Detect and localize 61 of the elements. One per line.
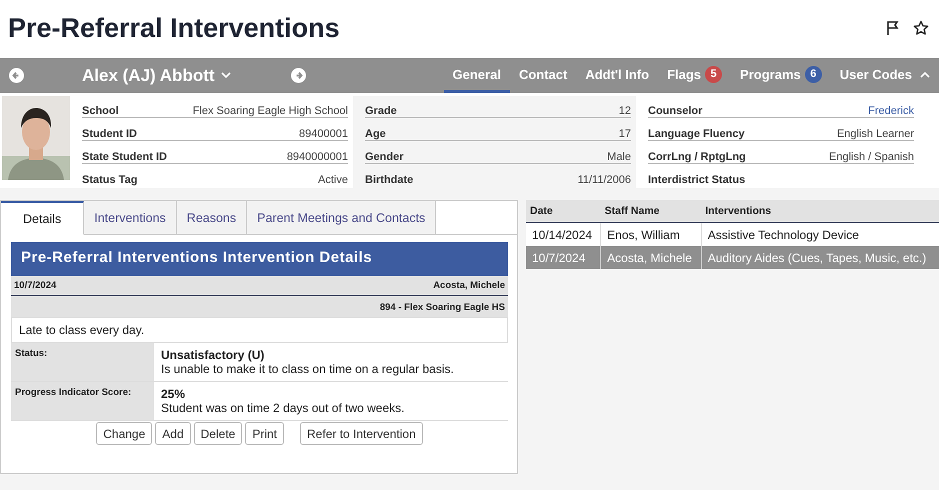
field-label: School (82, 105, 119, 117)
page-title: Pre-Referral Interventions (8, 12, 340, 44)
table-cell: 10/7/2024 (526, 246, 601, 269)
section-header: Pre-Referral Interventions Intervention Details (11, 242, 508, 276)
tab[interactable]: Reasons (176, 201, 248, 235)
field-value: 12 (618, 105, 631, 117)
action-button[interactable]: Add (155, 422, 191, 445)
column-header: Date (526, 200, 601, 222)
field-label: Student ID (82, 128, 137, 140)
field-note: Student was on time 2 days out of two weeks. (161, 401, 404, 415)
action-button[interactable]: Delete (194, 422, 242, 445)
staff-name: Acosta, Michele (433, 280, 505, 291)
count-badge: 6 (804, 66, 822, 82)
field-label: Gender (365, 151, 404, 163)
table-cell: Enos, William (600, 222, 702, 246)
field-value: 25% (161, 387, 186, 401)
field-value: Unsatisfactory (U) (161, 348, 266, 362)
intervention-date: 10/7/2024 (14, 280, 56, 291)
field-label: Age (365, 128, 386, 140)
field-label: Progress Indicator Score: (11, 382, 154, 420)
column-header: Interventions (701, 200, 939, 222)
field-value: 8940000001 (286, 151, 348, 163)
field-label: State Student ID (82, 151, 167, 163)
field-value: English Learner (836, 128, 914, 140)
action-button[interactable]: Refer to Intervention (300, 422, 423, 445)
field-label: Grade (365, 105, 397, 117)
description: Late to class every day. (11, 317, 508, 343)
field-value: 11/11/2006 (578, 174, 631, 186)
star-icon[interactable] (913, 20, 929, 36)
field-value: 89400001 (299, 128, 348, 140)
field-label: CorrLng / RptgLng (648, 151, 746, 163)
field-value: Flex Soaring Eagle High School (192, 105, 348, 117)
column-header: Staff Name (600, 200, 702, 222)
table-cell: 10/14/2024 (526, 222, 601, 246)
school-name: 894 - Flex Soaring Eagle HS (380, 302, 505, 311)
field-value: Male (607, 151, 631, 163)
field-value: Active (318, 174, 348, 186)
nav-tab[interactable]: Programs 6 (731, 58, 831, 93)
action-button[interactable]: Change (96, 422, 152, 445)
count-badge: 5 (705, 66, 722, 82)
field-value: 17 (618, 128, 631, 140)
counselor-link[interactable]: Frederick (868, 105, 914, 117)
chevron-down-icon (220, 72, 231, 79)
action-button[interactable]: Print (245, 422, 284, 445)
field-label: Status Tag (82, 174, 138, 186)
field-label: Status: (11, 343, 154, 381)
table-cell: Acosta, Michele (600, 246, 702, 269)
tab[interactable]: Parent Meetings and Contacts (247, 201, 436, 235)
nav-tab[interactable]: Flags 5 (658, 58, 732, 93)
flag-icon[interactable] (885, 20, 901, 36)
table-cell: Assistive Technology Device (701, 222, 939, 246)
field-label: Counselor (648, 105, 702, 117)
table-cell: Auditory Aides (Cues, Tapes, Music, etc.) (701, 246, 939, 269)
table-row[interactable]: 10/14/2024 Enos, William Assistive Technology Device (526, 222, 939, 246)
field-label: Interdistrict Status (648, 174, 746, 186)
tab[interactable]: Interventions (84, 201, 177, 235)
field-value: English / Spanish (829, 151, 914, 163)
field-note: Is unable to make it to class on time on a regular basis. (161, 362, 454, 376)
field-label: Birthdate (365, 174, 414, 186)
tab[interactable]: Details (1, 201, 84, 235)
field-label: Language Fluency (648, 128, 745, 140)
